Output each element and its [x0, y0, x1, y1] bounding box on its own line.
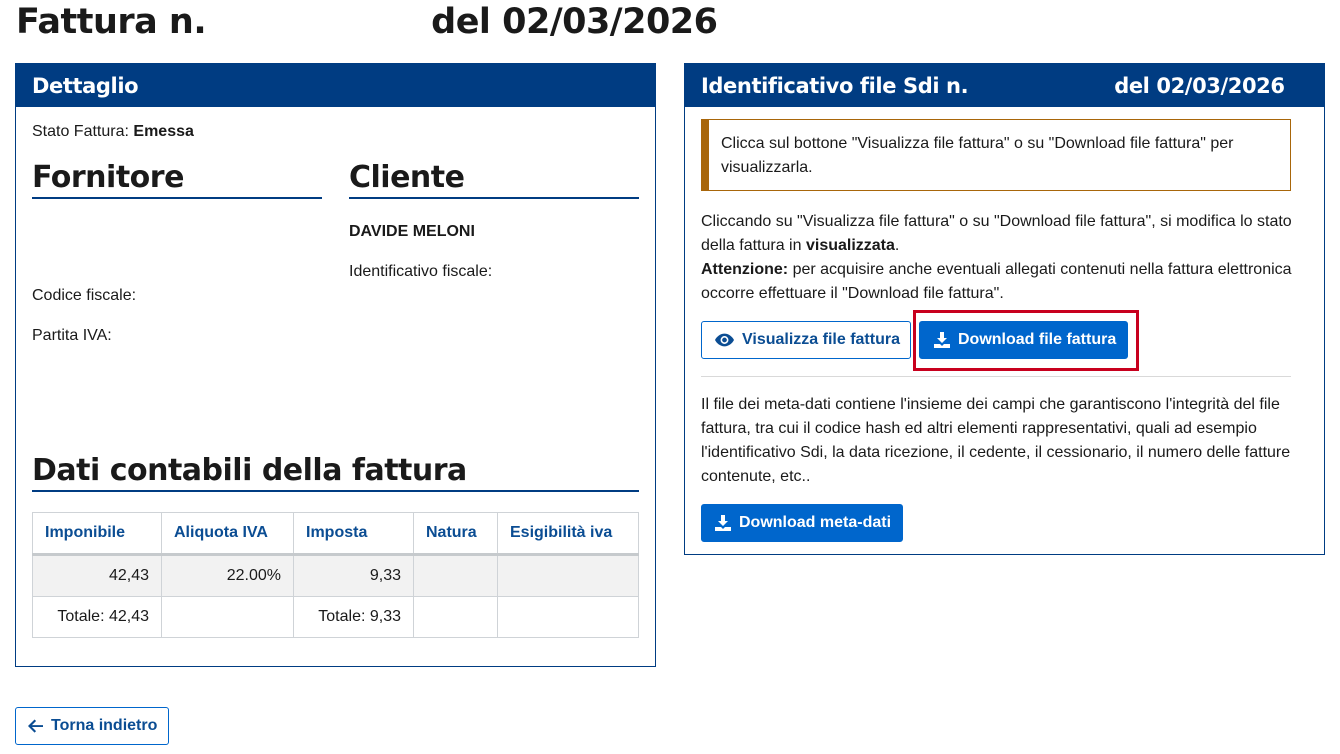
sdi-header-prefix: Identificativo file Sdi n.	[701, 74, 969, 98]
info-callout: Clicca sul bottone "Visualizza file fatt…	[701, 119, 1291, 191]
info-text-bold: visualizzata	[805, 237, 895, 254]
table-cell: 42,43	[32, 554, 162, 597]
meta-text: Il file dei meta-dati contiene l'insieme…	[701, 396, 1291, 485]
client-fiscal-id-label: Identificativo fiscale:	[349, 263, 493, 280]
back-button[interactable]: Torna indietro	[15, 707, 169, 745]
back-button-label: Torna indietro	[51, 717, 158, 734]
table-cell: Totale: 9,33	[293, 596, 414, 638]
table-cell	[497, 596, 639, 638]
view-invoice-label: Visualizza file fattura	[742, 331, 900, 348]
table-cell: Totale: 42,43	[32, 596, 162, 638]
table-header-row: Imponibile Aliquota IVA Imposta Natura E…	[32, 512, 639, 556]
warning-label: Attenzione:	[701, 261, 789, 278]
col-natura: Natura	[413, 512, 498, 556]
table-row: 42,43 22.00% 9,33	[32, 554, 639, 597]
table-cell	[413, 554, 498, 597]
table-row-total: Totale: 42,43 Totale: 9,33	[32, 596, 639, 638]
invoice-status-label: Stato Fattura:	[32, 123, 129, 140]
accounting-heading: Dati contabili della fattura	[32, 453, 639, 492]
detail-panel: Dettaglio Stato Fattura: Emessa Fornitor…	[15, 63, 656, 667]
invoice-status: Stato Fattura: Emessa	[32, 120, 194, 144]
invoice-status-value: Emessa	[133, 123, 194, 140]
accounting-table: Imponibile Aliquota IVA Imposta Natura E…	[32, 512, 639, 638]
table-cell	[413, 596, 498, 638]
col-esigibilita: Esigibilità iva	[497, 512, 639, 556]
table-cell	[161, 596, 294, 638]
divider	[701, 376, 1291, 377]
download-highlight-box	[913, 310, 1139, 371]
table-cell	[497, 554, 639, 597]
supplier-vat-label: Partita IVA:	[32, 327, 112, 344]
arrow-left-icon	[28, 719, 43, 733]
sdi-panel-header: Identificativo file Sdi n. del 02/03/2026	[685, 64, 1324, 107]
download-icon	[715, 515, 731, 531]
download-meta-button[interactable]: Download meta-dati	[701, 504, 903, 542]
page-title: Fattura n. del 02/03/2026	[16, 2, 718, 42]
view-invoice-button[interactable]: Visualizza file fattura	[701, 321, 911, 359]
download-meta-label: Download meta-dati	[739, 514, 892, 531]
supplier-tax-code-label: Codice fiscale:	[32, 287, 137, 304]
info-text-main: Cliccando su "Visualizza file fattura" o…	[701, 213, 1292, 254]
page-title-suffix: del 02/03/2026	[431, 2, 718, 42]
table-cell: 9,33	[293, 554, 414, 597]
col-aliquota: Aliquota IVA	[161, 512, 294, 556]
warning-text: per acquisire anche eventuali allegati c…	[701, 261, 1292, 302]
supplier-heading: Fornitore	[32, 160, 322, 199]
eye-icon	[715, 333, 734, 347]
page-title-prefix: Fattura n.	[16, 2, 207, 42]
col-imposta: Imposta	[293, 512, 414, 556]
col-imponibile: Imponibile	[32, 512, 162, 556]
sdi-panel: Identificativo file Sdi n. del 02/03/2026…	[684, 63, 1325, 555]
info-text: Cliccando su "Visualizza file fattura" o…	[701, 213, 1292, 302]
sdi-header-suffix: del 02/03/2026	[1114, 74, 1285, 98]
detail-panel-header: Dettaglio	[16, 64, 655, 107]
client-heading: Cliente	[349, 160, 639, 199]
table-cell: 22.00%	[161, 554, 294, 597]
client-name: DAVIDE MELONI	[349, 223, 475, 240]
